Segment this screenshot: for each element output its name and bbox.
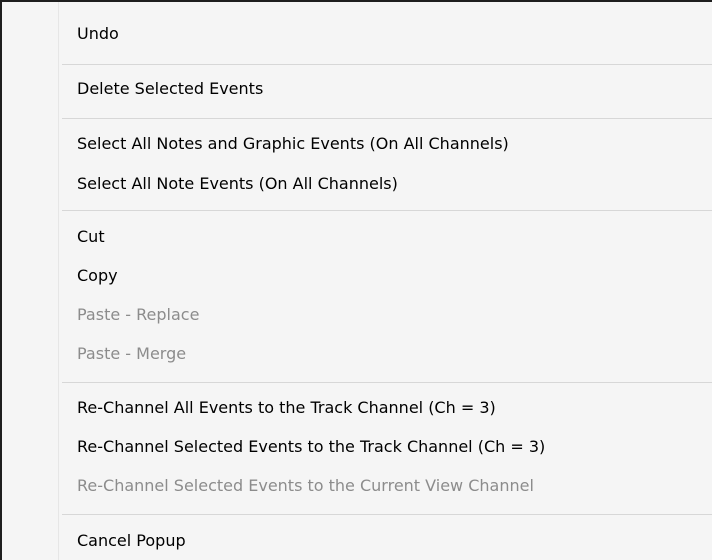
menu-separator (62, 514, 712, 515)
menu-separator (62, 64, 712, 65)
menu-item-select-all-note-events[interactable]: Select All Note Events (On All Channels) (77, 172, 398, 196)
menu-item-paste-replace: Paste - Replace (77, 305, 200, 324)
menu-item-delete-selected-events[interactable]: Delete Selected Events (77, 77, 263, 101)
menu-separator (62, 118, 712, 119)
menu-item-rechannel-selected-events-track[interactable]: Re-Channel Selected Events to the Track … (77, 435, 545, 459)
menu-separator (62, 210, 712, 211)
menu-item-rechannel-all-events-track[interactable]: Re-Channel All Events to the Track Chann… (77, 396, 496, 420)
menu-separator (62, 382, 712, 383)
menu-item-select-all-notes-and-graphic-events[interactable]: Select All Notes and Graphic Events (On … (77, 132, 509, 156)
context-menu: Undo Delete Selected Events Select All N… (0, 0, 712, 560)
menu-item-copy[interactable]: Copy (77, 264, 118, 288)
menu-item-undo[interactable]: Undo (77, 22, 119, 46)
menu-item-rechannel-selected-events-current-view: Re-Channel Selected Events to the Curren… (77, 476, 534, 495)
menu-icon-gutter (58, 2, 59, 560)
menu-item-paste-merge: Paste - Merge (77, 344, 187, 363)
menu-item-cut[interactable]: Cut (77, 225, 105, 249)
menu-item-cancel-popup[interactable]: Cancel Popup (77, 529, 186, 553)
